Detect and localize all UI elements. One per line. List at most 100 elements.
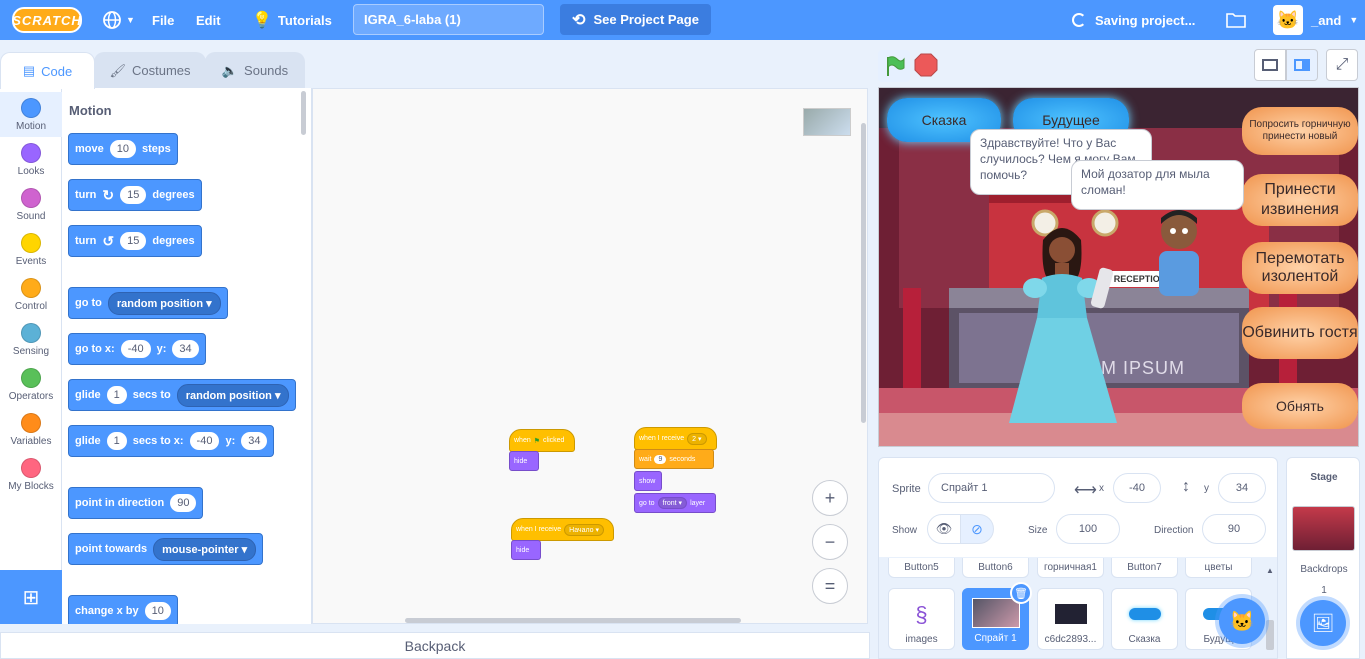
scroll-thumb[interactable] (1266, 620, 1274, 650)
workspace-hscrollbar[interactable] (405, 618, 741, 623)
direction-input[interactable]: 90 (1202, 514, 1266, 544)
secs-input[interactable]: 1 (106, 432, 127, 450)
message-dropdown[interactable]: 2 ▾ (687, 432, 707, 445)
sprite-tile-skazka[interactable]: Сказка (1111, 588, 1178, 650)
sprite-tile-images[interactable]: § images (888, 588, 955, 650)
category-events[interactable]: Events (0, 227, 62, 272)
see-project-page-button[interactable]: ⟲ See Project Page (560, 4, 711, 35)
category-looks[interactable]: Looks (0, 137, 62, 182)
script-workspace[interactable]: when ⚑ clicked hide when I receive 2 ▾ wait… (312, 88, 868, 624)
small-stage-button[interactable] (1254, 49, 1286, 81)
stage-button-peremotat[interactable]: Перемотать изолентой (1242, 242, 1358, 294)
y-input[interactable]: 34 (241, 432, 268, 450)
scratch-logo[interactable]: SCRATCH (12, 7, 82, 33)
size-input[interactable]: 100 (1056, 514, 1120, 544)
glide-dropdown[interactable]: random position ▾ (176, 383, 290, 407)
wait-block[interactable]: wait 9 seconds (634, 449, 714, 469)
sprite-tile-button5[interactable]: Button5 (888, 558, 955, 578)
degrees-input[interactable]: 15 (120, 186, 147, 204)
degrees-input[interactable]: 15 (120, 232, 147, 250)
block-move-steps[interactable]: move 10 steps (68, 133, 178, 165)
block-go-to[interactable]: go to random position ▾ (68, 287, 228, 319)
delete-sprite-button[interactable]: 🗑 (1010, 582, 1032, 604)
green-flag-button[interactable] (878, 50, 910, 82)
account-menu[interactable]: 🐱 _and ▼ (1273, 0, 1358, 40)
sprite-tile-gornichnaya[interactable]: горничная1 (1037, 558, 1104, 578)
choose-backdrop-button[interactable]: 🖼 (1300, 600, 1346, 646)
message-dropdown[interactable]: Начало ▾ (564, 523, 604, 536)
category-sensing[interactable]: Sensing (0, 317, 62, 362)
sprite-name-input[interactable]: Спрайт 1 (928, 473, 1055, 503)
block-go-to-xy[interactable]: go to x: -40 y: 34 (68, 333, 206, 365)
tab-costumes[interactable]: 🖌 Costumes (94, 52, 206, 88)
block-point-towards[interactable]: point towards mouse-pointer ▾ (68, 533, 264, 565)
choose-sprite-button[interactable]: 🐱 (1219, 598, 1265, 644)
tutorials-menu[interactable]: 💡 Tutorials (252, 0, 332, 40)
language-menu[interactable]: ▼ (102, 0, 135, 40)
zoom-in-button[interactable]: + (812, 480, 848, 516)
fullscreen-button[interactable]: ⤢ (1326, 49, 1358, 81)
edit-menu[interactable]: Edit (196, 0, 221, 40)
go-to-dropdown[interactable]: random position ▾ (107, 291, 221, 315)
my-stuff-button[interactable] (1226, 0, 1246, 40)
sprite-tile-c6dc[interactable]: c6dc2893... (1037, 588, 1104, 650)
block-turn-left[interactable]: turn ↺ 15 degrees (68, 225, 202, 257)
block-glide-xy[interactable]: glide 1 secs to x: -40 y: 34 (68, 425, 275, 457)
sprite-tile-button6[interactable]: Button6 (962, 558, 1029, 578)
tab-sounds[interactable]: 🔈 Sounds (205, 52, 305, 88)
y-input[interactable]: 34 (1218, 473, 1266, 503)
category-motion[interactable]: Motion (0, 92, 62, 137)
block-text: hide (514, 457, 528, 465)
y-input[interactable]: 34 (172, 340, 199, 358)
stage-button-obvinit[interactable]: Обвинить гостя (1242, 307, 1358, 359)
when-i-receive-block[interactable]: when I receive Начало ▾ (511, 518, 614, 541)
layer-dropdown[interactable]: front ▾ (657, 497, 688, 509)
category-control[interactable]: Control (0, 272, 62, 317)
backpack[interactable]: Backpack (0, 632, 870, 659)
file-menu[interactable]: File (152, 0, 174, 40)
hide-block[interactable]: hide (509, 451, 539, 471)
hide-block[interactable]: hide (511, 540, 541, 560)
steps-input[interactable]: 10 (109, 140, 136, 158)
when-flag-clicked-block[interactable]: when ⚑ clicked (509, 429, 575, 452)
category-variables[interactable]: Variables (0, 407, 62, 452)
change-x-input[interactable]: 10 (144, 602, 171, 620)
secs-input[interactable]: 1 (106, 386, 127, 404)
go-to-layer-block[interactable]: go to front ▾ layer (634, 493, 716, 513)
stop-button[interactable] (914, 53, 938, 77)
palette-scrollbar[interactable] (301, 91, 306, 135)
show-visible-button[interactable]: 👁 (927, 514, 961, 544)
large-stage-button[interactable] (1286, 49, 1318, 81)
x-input[interactable]: -40 (189, 432, 220, 450)
stage-selector-pane[interactable]: Stage Backdrops 1 🖼 (1286, 457, 1360, 659)
x-input[interactable]: -40 (1113, 473, 1161, 503)
stage-button-izvineniya[interactable]: Принести извинения (1242, 174, 1358, 226)
tab-code[interactable]: ▤ Code (0, 52, 95, 89)
stage-button-obnyat[interactable]: Обнять (1242, 383, 1358, 429)
project-title-input[interactable]: IGRA_6-laba (1) (353, 4, 544, 35)
point-towards-dropdown[interactable]: mouse-pointer ▾ (153, 537, 257, 561)
x-input[interactable]: -40 (120, 340, 151, 358)
sprite-tile-button7[interactable]: Button7 (1111, 558, 1178, 578)
stage-canvas[interactable]: RECEPTION M IPSUM Сказка Будущее Попроси… (878, 87, 1359, 447)
block-turn-right[interactable]: turn ↻ 15 degrees (68, 179, 202, 211)
rotate-left-icon: ↺ (102, 232, 115, 249)
show-block[interactable]: show (634, 471, 662, 491)
wait-input[interactable]: 9 (654, 454, 667, 464)
show-hidden-button[interactable]: ⊘ (960, 514, 994, 544)
sprite-list-scrollbar[interactable]: ▲ (1266, 562, 1274, 658)
block-point-direction[interactable]: point in direction 90 (68, 487, 204, 519)
category-sound[interactable]: Sound (0, 182, 62, 227)
direction-input[interactable]: 90 (170, 494, 197, 512)
when-i-receive-block[interactable]: when I receive 2 ▾ (634, 427, 717, 450)
zoom-reset-button[interactable]: = (812, 568, 848, 604)
sprite-tile-tsvety[interactable]: цветы (1185, 558, 1252, 578)
block-change-x[interactable]: change x by 10 (68, 595, 178, 624)
workspace-vscrollbar[interactable] (861, 123, 866, 423)
add-extension-button[interactable]: ⊞ (0, 570, 62, 624)
block-glide[interactable]: glide 1 secs to random position ▾ (68, 379, 297, 411)
category-operators[interactable]: Operators (0, 362, 62, 407)
category-my-blocks[interactable]: My Blocks (0, 452, 62, 497)
zoom-out-button[interactable]: − (812, 524, 848, 560)
stage-button-poprosit[interactable]: Попросить горничную принести новый (1242, 107, 1358, 155)
